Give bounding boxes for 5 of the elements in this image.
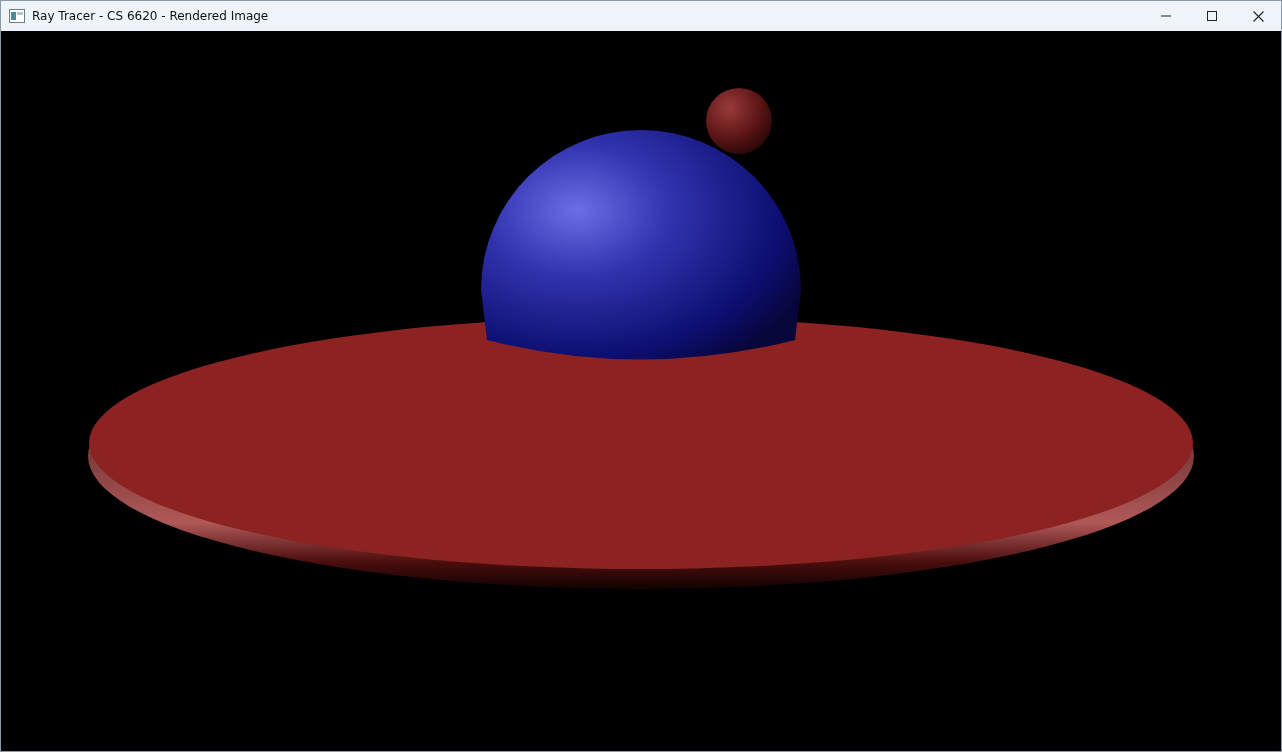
sphere-drawing	[706, 88, 772, 154]
window-title: Ray Tracer - CS 6620 - Rendered Image	[32, 9, 270, 23]
maximize-icon	[1207, 11, 1217, 21]
close-icon	[1252, 10, 1264, 22]
app-window-icon	[9, 9, 25, 23]
